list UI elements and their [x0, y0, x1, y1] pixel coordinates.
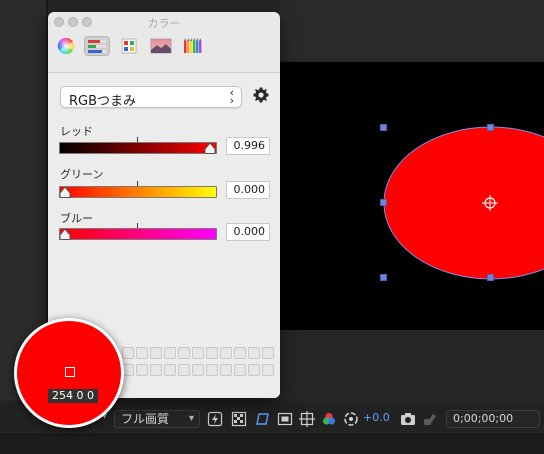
red-slider-track[interactable]	[59, 142, 217, 154]
slider-midpoint-tick	[137, 137, 138, 142]
slider-midpoint-tick	[137, 181, 138, 186]
color-swatch[interactable]	[262, 347, 274, 359]
image-palettes-mode-button[interactable]	[148, 36, 174, 56]
selection-handle[interactable]	[380, 124, 387, 131]
red-slider-knob[interactable]	[204, 142, 216, 154]
color-swatch[interactable]	[220, 347, 232, 359]
color-swatch[interactable]	[206, 347, 218, 359]
chevron-updown-icon: ‹ ›	[229, 86, 234, 107]
exposure-value[interactable]: +0.0	[363, 411, 390, 424]
blue-slider-label: ブルー	[60, 212, 93, 225]
color-picker-magnifier: 254 0 0	[14, 318, 124, 428]
color-swatch[interactable]	[122, 347, 134, 359]
color-swatch[interactable]	[234, 364, 246, 376]
color-swatch[interactable]	[192, 364, 204, 376]
green-value-field[interactable]: 0.000	[226, 181, 270, 199]
ellipse-layer[interactable]	[280, 62, 544, 330]
sliders-icon	[88, 40, 106, 53]
slider-midpoint-tick	[137, 223, 138, 228]
gear-icon[interactable]	[252, 86, 270, 104]
transparency-grid-icon[interactable]	[231, 411, 247, 427]
color-swatch[interactable]	[150, 364, 162, 376]
color-swatch[interactable]	[150, 347, 162, 359]
magnifier-target-pixel	[65, 367, 75, 377]
green-slider-label: グリーン	[60, 168, 104, 181]
exposure-reset-icon[interactable]	[343, 411, 359, 427]
chevron-down-icon: ▾	[188, 413, 194, 424]
mask-visibility-icon[interactable]	[254, 411, 270, 427]
panel-titlebar[interactable]: カラー	[48, 12, 280, 32]
color-swatch[interactable]	[192, 347, 204, 359]
selection-handle[interactable]	[487, 124, 494, 131]
color-swatch[interactable]	[220, 364, 232, 376]
grid-guides-icon[interactable]	[299, 411, 315, 427]
timeline-panel-header	[0, 434, 544, 454]
color-palettes-mode-button[interactable]	[116, 36, 142, 56]
color-swatch[interactable]	[262, 364, 274, 376]
color-wheel-mode-button[interactable]	[53, 36, 79, 56]
color-sliders-mode-button[interactable]	[84, 36, 110, 56]
color-swatch[interactable]	[178, 347, 190, 359]
magnifier-rgb-readout: 254 0 0	[48, 389, 98, 403]
color-swatch[interactable]	[178, 364, 190, 376]
timecode-field[interactable]: 0;00;00;00	[446, 410, 540, 428]
color-swatch[interactable]	[206, 364, 218, 376]
channel-rgb-icon[interactable]	[321, 411, 337, 427]
camera-icon[interactable]	[400, 411, 416, 427]
selection-handle[interactable]	[487, 274, 494, 281]
panel-title: カラー	[147, 17, 181, 30]
region-of-interest-icon[interactable]	[277, 411, 293, 427]
color-swatch[interactable]	[248, 364, 260, 376]
resolution-select[interactable]: フル画質 ▾	[114, 410, 200, 428]
green-slider-knob[interactable]	[59, 186, 71, 198]
color-swatch[interactable]	[164, 364, 176, 376]
blue-slider-track[interactable]	[59, 228, 217, 240]
slider-mode-popup[interactable]: RGBつまみ ‹ ›	[60, 86, 242, 109]
composition-pasteboard-bottom	[280, 330, 544, 400]
color-swatch[interactable]	[234, 347, 246, 359]
show-snapshot-icon[interactable]	[423, 411, 439, 427]
blue-value-field[interactable]: 0.000	[226, 223, 270, 241]
resolution-select-value: フル画質	[121, 412, 170, 426]
image-palette-icon	[150, 38, 172, 54]
green-slider-track[interactable]	[59, 186, 217, 198]
color-swatch[interactable]	[136, 347, 148, 359]
color-wheel-icon	[57, 37, 75, 55]
color-swatches	[122, 347, 274, 381]
selection-handle[interactable]	[380, 274, 387, 281]
composition-pasteboard-top	[280, 0, 544, 60]
palette-grid-icon	[121, 38, 137, 54]
selection-handle[interactable]	[380, 199, 387, 206]
color-swatch[interactable]	[164, 347, 176, 359]
slider-mode-value: RGBつまみ	[69, 94, 137, 109]
pencils-icon	[184, 38, 202, 53]
fast-preview-icon[interactable]	[207, 411, 223, 427]
blue-slider-knob[interactable]	[59, 228, 71, 240]
composition-viewer[interactable]	[280, 62, 544, 330]
red-value-field[interactable]: 0.996	[226, 137, 270, 155]
color-swatch[interactable]	[136, 364, 148, 376]
color-swatch[interactable]	[248, 347, 260, 359]
red-slider-label: レッド	[60, 125, 93, 138]
pencils-mode-button[interactable]	[180, 36, 206, 56]
